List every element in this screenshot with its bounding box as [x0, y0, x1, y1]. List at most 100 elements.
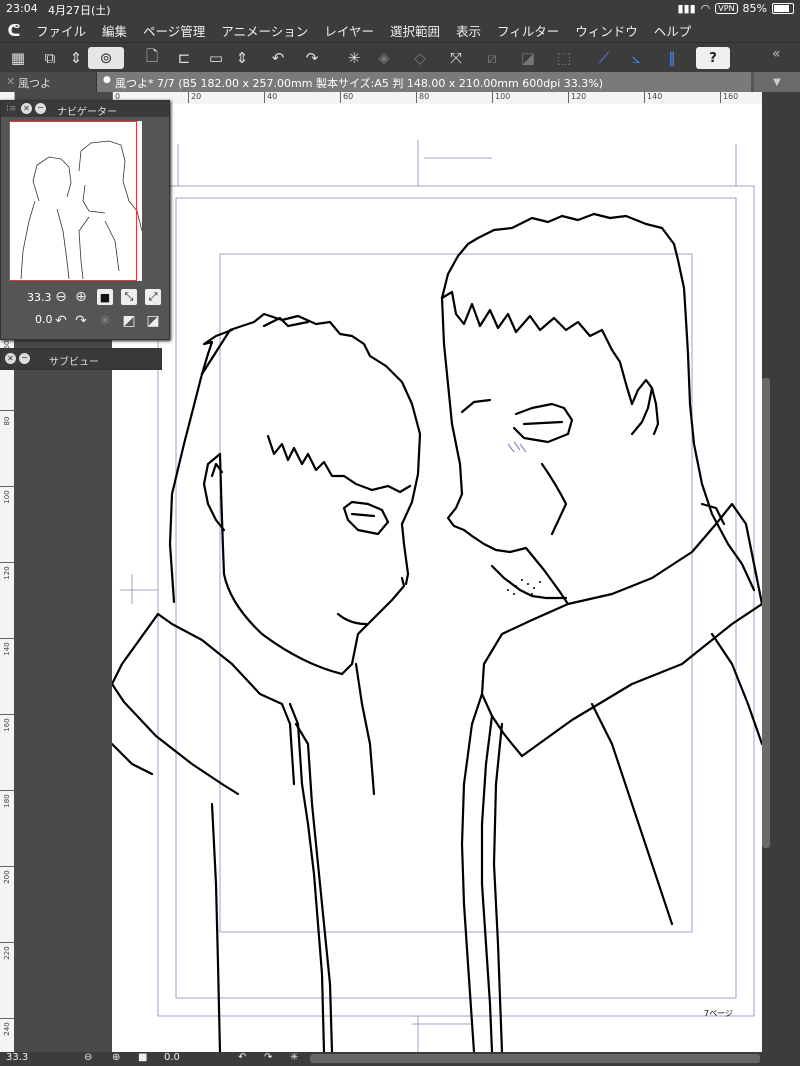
ruler-snap-icon[interactable]: ⟋ — [592, 47, 616, 69]
dotted-box-icon[interactable]: ⬚ — [552, 47, 576, 69]
zoom-in-icon[interactable]: ⊕ — [73, 289, 89, 305]
navigator-rotation-value: 0.0 — [35, 313, 53, 326]
subview-title: サブビュー — [49, 357, 99, 368]
battery-percent: 85% — [742, 2, 767, 15]
ruler-tick: 180 — [0, 790, 14, 808]
panel-grip-icon[interactable]: ⁞≡ — [6, 104, 16, 114]
wifi-icon: ◠ — [700, 2, 711, 15]
menu-view[interactable]: 表示 — [448, 21, 489, 40]
rotate-right-icon[interactable]: ↷ — [73, 313, 89, 329]
ruler-tick: 100 — [492, 92, 510, 103]
menu-layer[interactable]: レイヤー — [316, 21, 382, 40]
open-folder-icon[interactable]: ⊏ — [172, 47, 196, 69]
minimize-icon[interactable]: − — [35, 103, 46, 114]
spiral-icon[interactable]: ⊚ — [88, 47, 124, 69]
menu-selection[interactable]: 選択範囲 — [382, 21, 448, 40]
close-tab-icon[interactable]: ✕ — [6, 75, 15, 88]
save-icon[interactable]: ▭ — [204, 47, 228, 69]
new-file-icon[interactable]: 🗋 — [140, 47, 164, 69]
actual-size-icon[interactable]: ⤢ — [145, 289, 161, 305]
ruler-tick: 160 — [0, 714, 14, 732]
reset-rotation-icon[interactable]: ✳ — [290, 1052, 298, 1063]
vpn-badge: VPN — [715, 3, 738, 14]
navigator-zoom-value: 33.3 — [27, 291, 52, 304]
up-down-icon-2[interactable]: ⇕ — [230, 47, 254, 69]
manga-page[interactable]: 7ページ — [112, 104, 762, 1052]
ruler-tick: 160 — [720, 92, 738, 103]
app-logo-icon[interactable]: ᕦ — [0, 21, 28, 40]
ruler-tick: 140 — [0, 638, 14, 656]
fit-screen-icon[interactable]: ■ — [97, 289, 113, 305]
horizontal-scrollbar[interactable] — [310, 1054, 760, 1063]
rotate-left-icon[interactable]: ↶ — [53, 313, 69, 329]
bottom-status-bar: 33.3 ⊖ ⊕ ■ 0.0 ↶ ↷ ✳ — [0, 1052, 800, 1066]
page-number-label: 7ページ — [704, 1009, 733, 1018]
clock: 23:04 — [6, 2, 38, 15]
half-box-icon[interactable]: ◪ — [516, 47, 540, 69]
angle-snap-icon[interactable]: ⦣ — [624, 47, 648, 69]
fit-screen-icon[interactable]: ■ — [138, 1052, 147, 1063]
right-panel-strip — [762, 92, 800, 1066]
stamp-icon[interactable]: ◈ — [372, 47, 396, 69]
zoom-out-icon[interactable]: ⊖ — [84, 1052, 92, 1063]
navigator-panel: ⁞≡ ✕ − ナビゲーター 33.3 ⊖ ⊕ ■ ⤡ ⤢ 0.0 ↶ ↷ ✳ ◩… — [0, 100, 170, 340]
menu-help[interactable]: ヘルプ — [646, 21, 700, 40]
navigator-preview[interactable] — [9, 121, 143, 281]
flip-horizontal-icon[interactable]: ◩ — [121, 313, 137, 329]
close-icon[interactable]: ✕ — [5, 353, 16, 364]
loading-icon[interactable]: ✳ — [342, 47, 366, 69]
document-tabs: ✕ 風つよ ● 風つよ* 7/7 (B5 182.00 x 257.00mm 製… — [0, 72, 800, 92]
fit-width-icon[interactable]: ⤡ — [121, 289, 137, 305]
rotate-left-icon[interactable]: ↶ — [238, 1052, 246, 1063]
rotate-right-icon[interactable]: ↷ — [264, 1052, 272, 1063]
up-down-icon[interactable]: ⇕ — [64, 47, 88, 69]
subview-panel[interactable]: ✕ − サブビュー — [0, 348, 162, 370]
command-bar: ▦ ⧉ ⇕ ⊚ 🗋 ⊏ ▭ ⇕ ↶ ↷ ✳ ◈ ◇ ⤧ ⧄ ◪ ⬚ ⟋ ⦣ ∥ … — [0, 42, 800, 73]
menu-edit[interactable]: 編集 — [94, 21, 135, 40]
slash-box-icon[interactable]: ⧄ — [480, 47, 504, 69]
close-icon[interactable]: ✕ — [21, 103, 32, 114]
quick-access-icon[interactable]: ⧉ — [38, 47, 62, 69]
minimize-icon[interactable]: − — [19, 353, 30, 364]
status-icons: ▮▮▮ ◠ VPN 85% — [677, 2, 794, 15]
tab-document-1[interactable]: ✕ 風つよ — [0, 72, 97, 92]
ruler-tick: 200 — [0, 866, 14, 884]
date: 4月27日(土) — [48, 4, 111, 17]
undo-icon[interactable]: ↶ — [266, 47, 290, 69]
reset-rotation-icon[interactable]: ✳ — [97, 313, 113, 329]
zoom-out-icon[interactable]: ⊖ — [53, 289, 69, 305]
menu-page[interactable]: ページ管理 — [135, 21, 213, 40]
flip-vertical-icon[interactable]: ◪ — [145, 313, 161, 329]
rotation-value: 0.0 — [164, 1052, 180, 1063]
menu-window[interactable]: ウィンドウ — [567, 21, 646, 40]
grid-menu-icon[interactable]: ▦ — [6, 47, 30, 69]
status-bar: 23:04 4月27日(土) ▮▮▮ ◠ VPN 85% — [0, 0, 800, 18]
menu-animation[interactable]: アニメーション — [213, 21, 316, 40]
redo-icon[interactable]: ↷ — [300, 47, 324, 69]
ruler-tick: 20 — [188, 92, 201, 103]
menu-filter[interactable]: フィルター — [489, 21, 567, 40]
transform-icon[interactable]: ⤧ — [444, 47, 468, 69]
tab-dropdown-icon[interactable]: ▼ — [754, 72, 800, 92]
navigator-viewport-frame[interactable] — [9, 121, 137, 281]
collapse-panels-icon[interactable]: « — [772, 46, 781, 62]
tab-document-active[interactable]: ● 風つよ* 7/7 (B5 182.00 x 257.00mm 製本サイズ:A… — [97, 72, 751, 92]
ruler-tick: 60 — [340, 92, 353, 103]
tab-label-active: 風つよ* 7/7 (B5 182.00 x 257.00mm 製本サイズ:A5 … — [115, 77, 603, 90]
line-art-drawing — [112, 140, 762, 1052]
tab-label: 風つよ — [18, 77, 51, 90]
eraser-icon[interactable]: ◇ — [408, 47, 432, 69]
unsaved-dot-icon: ● — [103, 75, 111, 85]
navigator-titlebar[interactable]: ⁞≡ ✕ − ナビゲーター — [1, 101, 169, 118]
menu-bar: ᕦ ファイル 編集 ページ管理 アニメーション レイヤー 選択範囲 表示 フィル… — [0, 18, 800, 42]
ruler-tick: 220 — [0, 942, 14, 960]
zoom-in-icon[interactable]: ⊕ — [112, 1052, 120, 1063]
help-button[interactable]: ? — [696, 47, 730, 69]
ruler-tick: 100 — [0, 486, 14, 504]
pen-snap-icon[interactable]: ∥ — [660, 47, 684, 69]
ruler-tick: 120 — [568, 92, 586, 103]
menu-file[interactable]: ファイル — [28, 21, 94, 40]
signal-icon: ▮▮▮ — [677, 2, 696, 15]
vertical-scrollbar[interactable] — [762, 378, 770, 848]
battery-icon — [772, 3, 794, 14]
